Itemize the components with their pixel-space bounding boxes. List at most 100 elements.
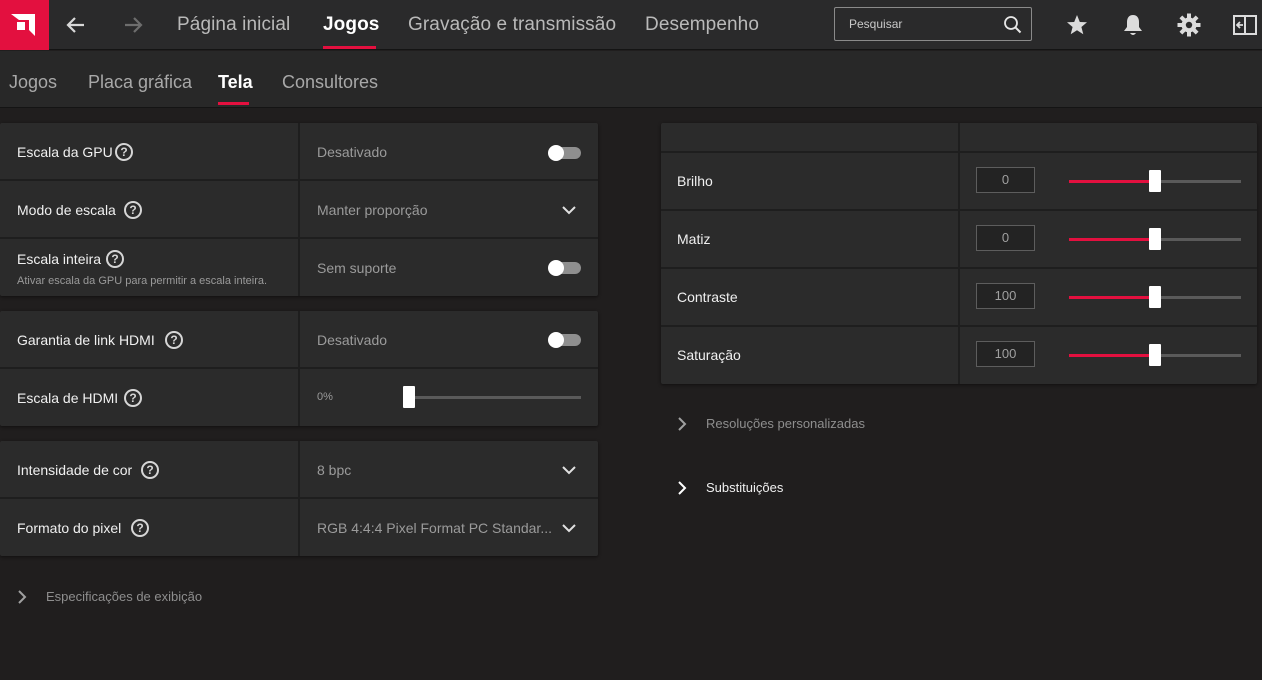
setting-value: Desativado <box>317 144 388 160</box>
help-icon[interactable]: ? <box>131 519 149 537</box>
pixel-format-dropdown[interactable]: RGB 4:4:4 Pixel Format PC Standar... <box>317 520 552 536</box>
slider-thumb[interactable] <box>1149 228 1161 250</box>
slider-row-contrast: Contraste 100 <box>661 269 1257 327</box>
setting-label: Escala da GPU <box>17 144 113 160</box>
slider-thumb[interactable] <box>403 386 415 408</box>
bell-icon[interactable] <box>1120 12 1146 38</box>
setting-value: Desativado <box>317 332 388 348</box>
setting-row-scaling-mode: Modo de escala ? Manter proporção <box>0 181 598 239</box>
setting-label-cell: Modo de escala ? <box>0 181 300 237</box>
slider-thumb[interactable] <box>1149 344 1161 366</box>
nav-link-games[interactable]: Jogos <box>323 14 379 36</box>
hue-slider[interactable] <box>1069 228 1241 250</box>
setting-row-hdmi-scaling: Escala de HDMI ? 0% <box>0 369 598 426</box>
scaling-mode-dropdown[interactable]: Manter proporção <box>317 202 428 218</box>
chevron-down-icon[interactable] <box>561 462 577 478</box>
setting-label-cell: Contraste <box>661 269 960 325</box>
sub-tab-bar: Jogos Placa gráfica Tela Consultores <box>0 51 1262 108</box>
setting-label: Matiz <box>677 231 711 247</box>
help-icon[interactable]: ? <box>124 201 142 219</box>
search-icon[interactable] <box>1003 15 1022 34</box>
setting-label-cell: Saturação <box>661 327 960 384</box>
active-nav-indicator <box>323 46 376 49</box>
nav-link-performance[interactable]: Desempenho <box>645 14 759 36</box>
setting-row-gpu-scaling: Escala da GPU ? Desativado <box>0 123 598 181</box>
setting-label-cell: Escala de HDMI ? <box>0 369 300 426</box>
color-adjust-card: Brilho 0 Matiz 0 Contraste 100 Saturação <box>661 123 1257 384</box>
slider-row-brightness: Brilho 0 <box>661 153 1257 211</box>
setting-label: Brilho <box>677 173 713 189</box>
setting-description: Ativar escala da GPU para permitir a esc… <box>17 275 268 287</box>
tab-graphics-card[interactable]: Placa gráfica <box>88 72 192 93</box>
setting-label-cell: Matiz <box>661 211 960 267</box>
gpu-scaling-toggle[interactable] <box>548 145 581 161</box>
amd-logo[interactable] <box>0 0 49 50</box>
color-settings-card: Intensidade de cor ? 8 bpc Formato do pi… <box>0 441 598 556</box>
setting-label: Escala inteira <box>17 251 102 267</box>
saturation-slider[interactable] <box>1069 344 1241 366</box>
nav-link-recording[interactable]: Gravação e transmissão <box>408 14 616 36</box>
sidebar-icon[interactable] <box>1232 12 1258 38</box>
hdmi-scaling-slider[interactable] <box>403 386 581 408</box>
brightness-value-input[interactable]: 0 <box>976 167 1035 193</box>
gear-icon[interactable] <box>1176 12 1202 38</box>
search-input[interactable] <box>835 8 995 40</box>
tab-games[interactable]: Jogos <box>9 72 57 93</box>
contrast-slider[interactable] <box>1069 286 1241 308</box>
tab-advisors[interactable]: Consultores <box>282 72 378 93</box>
chevron-right-icon <box>678 417 687 431</box>
setting-label-cell: Garantia de link HDMI ? <box>0 311 300 367</box>
help-icon[interactable]: ? <box>115 143 133 161</box>
brightness-slider[interactable] <box>1069 170 1241 192</box>
slider-fill <box>1069 354 1155 357</box>
setting-label-cell: Escala inteira ? Ativar escala da GPU pa… <box>0 239 300 296</box>
contrast-value-input[interactable]: 100 <box>976 283 1035 309</box>
setting-label-cell: Intensidade de cor ? <box>0 441 300 497</box>
setting-label: Contraste <box>677 289 738 305</box>
expander-label: Especificações de exibição <box>46 589 203 604</box>
expander-label: Resoluções personalizadas <box>706 416 865 431</box>
setting-row-hdmi-link: Garantia de link HDMI ? Desativado <box>0 311 598 369</box>
hue-value-input[interactable]: 0 <box>976 225 1035 251</box>
top-navigation-bar: Página inicial Jogos Gravação e transmis… <box>0 0 1262 50</box>
saturation-value-input[interactable]: 100 <box>976 341 1035 367</box>
setting-label-cell: Formato do pixel ? <box>0 499 300 556</box>
hdmi-settings-card: Garantia de link HDMI ? Desativado Escal… <box>0 311 598 426</box>
nav-link-home[interactable]: Página inicial <box>177 14 290 36</box>
setting-row-integer-scaling: Escala inteira ? Ativar escala da GPU pa… <box>0 239 598 296</box>
tab-display[interactable]: Tela <box>218 72 253 93</box>
hdmi-link-toggle[interactable] <box>548 332 581 348</box>
chevron-down-icon[interactable] <box>561 202 577 218</box>
scaling-settings-card: Escala da GPU ? Desativado Modo de escal… <box>0 123 598 296</box>
amd-logo-icon <box>11 14 35 36</box>
chevron-right-icon <box>678 481 687 495</box>
help-icon[interactable]: ? <box>141 461 159 479</box>
setting-label-cell <box>661 123 960 151</box>
slider-row-saturation: Saturação 100 <box>661 327 1257 384</box>
arrow-left-icon[interactable] <box>63 12 89 38</box>
setting-label: Intensidade de cor <box>17 462 133 478</box>
setting-row-pixel-format: Formato do pixel ? RGB 4:4:4 Pixel Forma… <box>0 499 598 556</box>
slider-thumb[interactable] <box>1149 286 1161 308</box>
expander-label: Substituições <box>706 480 784 495</box>
color-depth-dropdown[interactable]: 8 bpc <box>317 462 351 478</box>
star-icon[interactable] <box>1064 12 1090 38</box>
setting-label: Modo de escala <box>17 202 116 218</box>
setting-value: Sem suporte <box>317 260 397 276</box>
setting-label: Garantia de link HDMI <box>17 332 155 348</box>
chevron-down-icon[interactable] <box>561 520 577 536</box>
help-icon[interactable]: ? <box>124 389 142 407</box>
search-box[interactable] <box>834 7 1032 41</box>
setting-value: 0% <box>317 391 333 403</box>
help-icon[interactable]: ? <box>106 250 124 268</box>
help-icon[interactable]: ? <box>165 331 183 349</box>
integer-scaling-toggle[interactable] <box>548 260 581 276</box>
arrow-right-icon[interactable] <box>120 12 146 38</box>
slider-thumb[interactable] <box>1149 170 1161 192</box>
active-tab-indicator <box>218 102 249 105</box>
setting-label-cell: Escala da GPU ? <box>0 123 300 179</box>
setting-label: Saturação <box>677 347 741 363</box>
slider-fill <box>1069 296 1155 299</box>
setting-row-color-depth: Intensidade de cor ? 8 bpc <box>0 441 598 499</box>
setting-label: Formato do pixel <box>17 520 122 536</box>
